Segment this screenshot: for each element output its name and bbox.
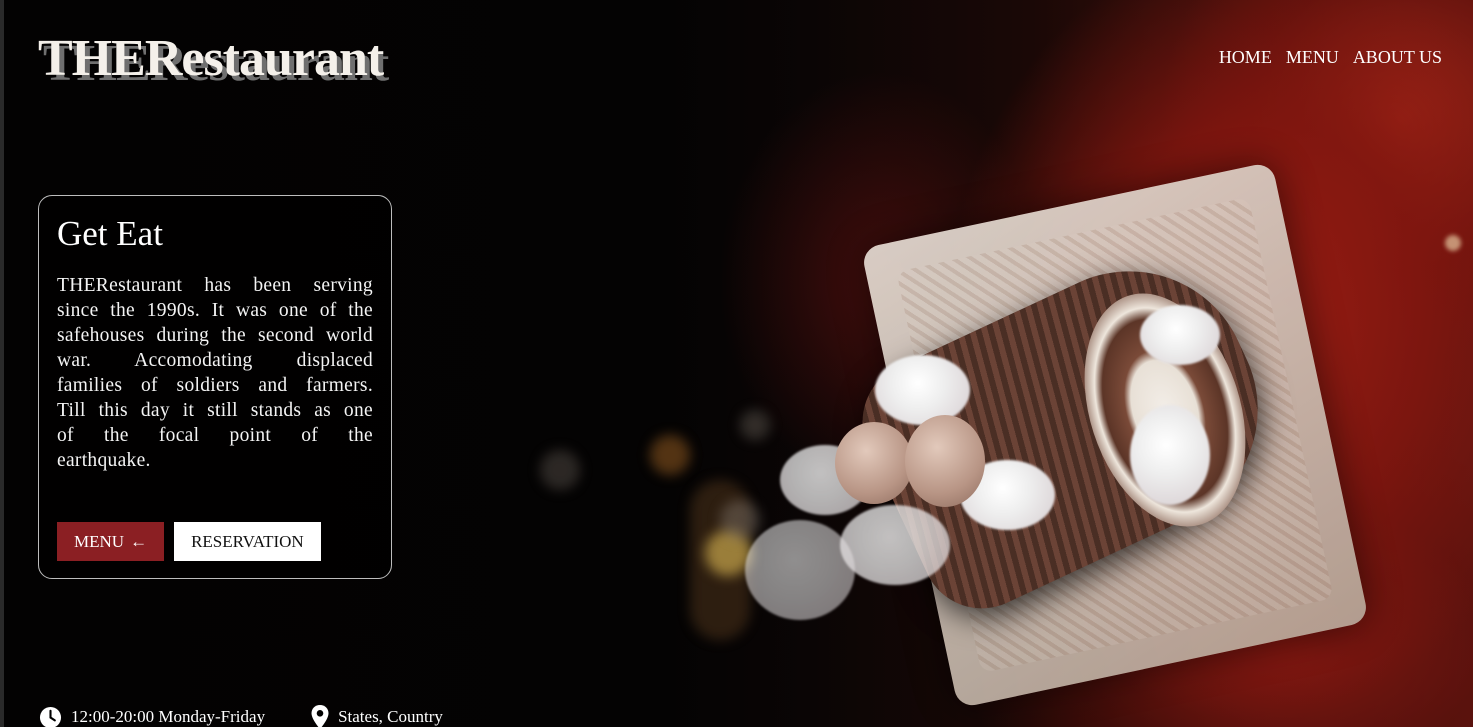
hero-description: THERestaurant has been serving since the… [57,275,373,471]
opening-hours: 12:00-20:00 Monday-Friday [39,706,265,727]
window-edge [0,0,4,727]
site-logo[interactable]: THERestaurant [38,28,384,90]
landing-page: THERestaurant HOME MENU ABOUT US Get Eat… [0,0,1473,727]
location: States, Country [311,705,443,727]
nav-item-menu[interactable]: MENU [1286,47,1339,68]
reservation-button-label: RESERVATION [191,531,304,551]
hero-title: Get Eat [57,214,163,253]
main-navigation: HOME MENU ABOUT US [1219,47,1442,68]
opening-hours-text: 12:00-20:00 Monday-Friday [71,707,266,726]
hero-actions: MENU ← RESERVATION [57,522,321,561]
clock-icon [39,706,62,727]
menu-button[interactable]: MENU ← [57,522,165,561]
info-bar: 12:00-20:00 Monday-Friday States, Countr… [39,705,489,727]
hero-card: Get Eat THERestaurant has been serving s… [38,195,392,579]
menu-button-label: MENU [74,531,125,551]
reservation-button[interactable]: RESERVATION [174,522,321,561]
nav-item-home[interactable]: HOME [1219,47,1272,68]
nav-item-about-us[interactable]: ABOUT US [1353,47,1442,68]
location-pin-icon [311,705,329,727]
left-arrow-icon: ← [130,531,148,551]
location-text: States, Country [338,707,443,726]
